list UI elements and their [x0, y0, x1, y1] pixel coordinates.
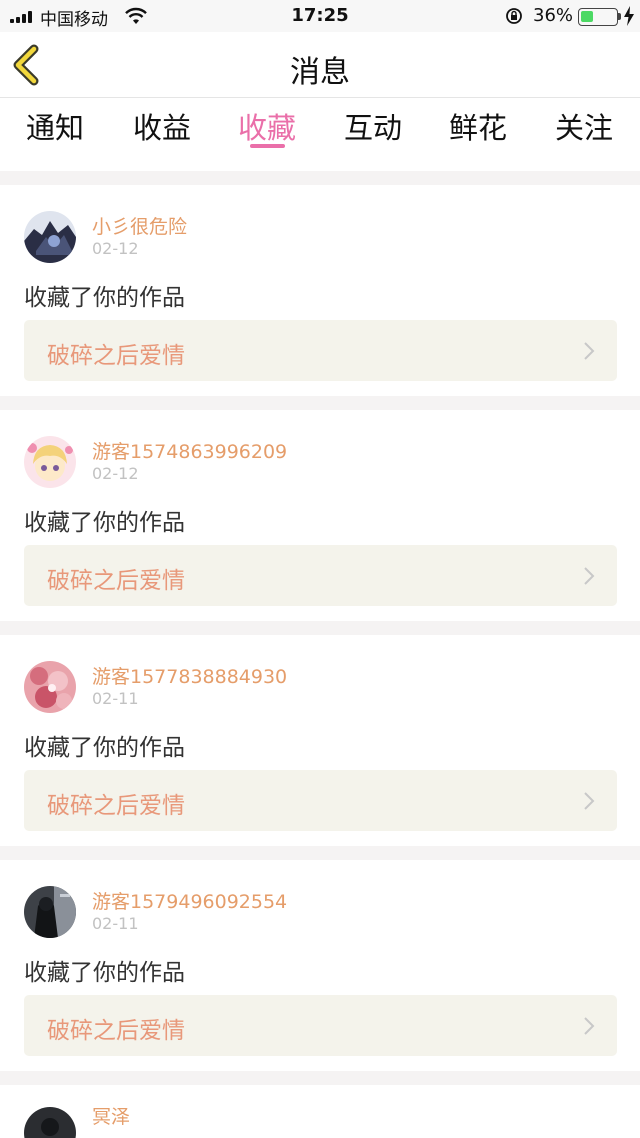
action-text: 收藏了你的作品: [24, 735, 185, 761]
battery-percent: 36%: [533, 5, 574, 26]
work-title: 破碎之后爱情: [47, 793, 185, 819]
work-link[interactable]: 破碎之后爱情: [24, 545, 617, 606]
action-text: 收藏了你的作品: [24, 510, 185, 536]
message-date: 02-11: [92, 689, 139, 708]
message-card: 冥泽: [0, 1085, 640, 1138]
username[interactable]: 游客1577838884930: [92, 662, 287, 689]
avatar[interactable]: [24, 1107, 76, 1138]
avatar[interactable]: [24, 886, 76, 938]
active-tab-indicator: [250, 144, 285, 148]
message-card: 小彡很危险 02-12 收藏了你的作品 破碎之后爱情: [0, 185, 640, 396]
message-card: 游客1574863996209 02-12 收藏了你的作品 破碎之后爱情: [0, 410, 640, 621]
work-title: 破碎之后爱情: [47, 568, 185, 594]
username[interactable]: 游客1579496092554: [92, 887, 287, 914]
action-text: 收藏了你的作品: [24, 285, 185, 311]
action-text: 收藏了你的作品: [24, 960, 185, 986]
tab-earnings[interactable]: 收益: [122, 105, 202, 147]
tab-notifications[interactable]: 通知: [15, 105, 95, 147]
avatar[interactable]: [24, 211, 76, 263]
work-link[interactable]: 破碎之后爱情: [24, 995, 617, 1056]
message-card: 游客1579496092554 02-11 收藏了你的作品 破碎之后爱情: [0, 860, 640, 1071]
chevron-right-icon: [584, 342, 595, 360]
page-title: 消息: [290, 55, 350, 90]
battery-icon: [578, 8, 618, 26]
username[interactable]: 小彡很危险: [92, 212, 187, 239]
rotation-lock-icon: [506, 8, 522, 24]
tab-following[interactable]: 关注: [544, 105, 624, 147]
username[interactable]: 冥泽: [92, 1102, 130, 1129]
tab-bar: 通知 收益 收藏 互动 鲜花 关注: [0, 99, 640, 171]
message-list: 小彡很危险 02-12 收藏了你的作品 破碎之后爱情 游客15748639962…: [0, 171, 640, 1138]
message-date: 02-12: [92, 239, 139, 258]
message-card: 游客1577838884930 02-11 收藏了你的作品 破碎之后爱情: [0, 635, 640, 846]
chevron-right-icon: [584, 1017, 595, 1035]
tab-flowers[interactable]: 鲜花: [438, 105, 518, 147]
message-date: 02-12: [92, 464, 139, 483]
status-bar: 中国移动 17:25 36%: [0, 0, 640, 32]
username[interactable]: 游客1574863996209: [92, 437, 287, 464]
battery-level: [581, 11, 593, 22]
avatar[interactable]: [24, 661, 76, 713]
charging-icon: [624, 6, 634, 26]
tab-interactions[interactable]: 互动: [333, 105, 413, 147]
work-link[interactable]: 破碎之后爱情: [24, 320, 617, 381]
tab-favorites[interactable]: 收藏: [227, 105, 307, 147]
chevron-right-icon: [584, 792, 595, 810]
nav-header: 消息: [0, 32, 640, 98]
chevron-right-icon: [584, 567, 595, 585]
message-date: 02-11: [92, 914, 139, 933]
work-title: 破碎之后爱情: [47, 343, 185, 369]
avatar[interactable]: [24, 436, 76, 488]
work-title: 破碎之后爱情: [47, 1018, 185, 1044]
battery-tip: [618, 13, 621, 20]
work-link[interactable]: 破碎之后爱情: [24, 770, 617, 831]
